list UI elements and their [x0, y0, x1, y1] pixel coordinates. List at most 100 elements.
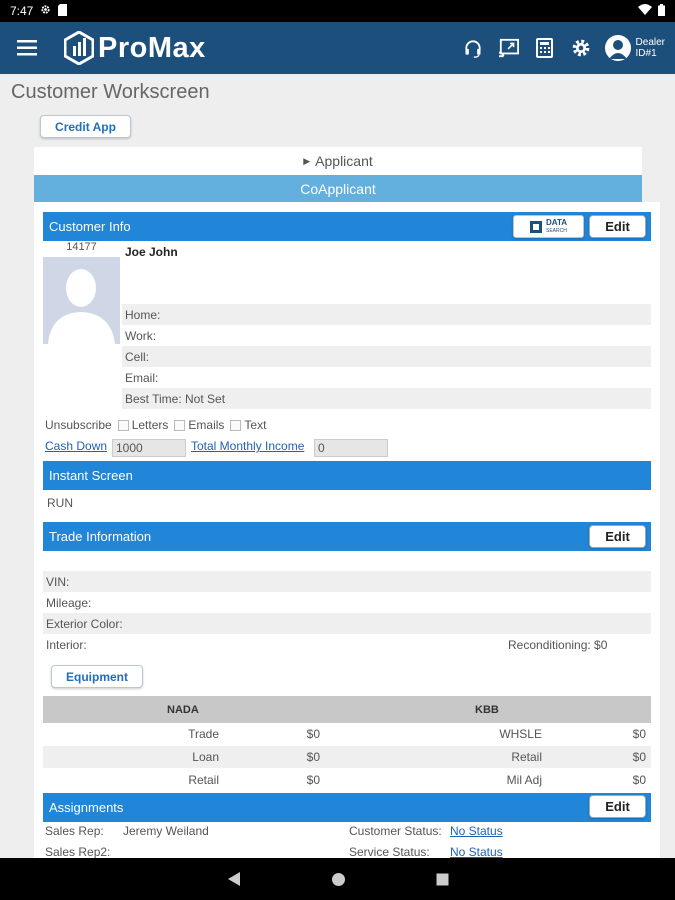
nada-row-value: $0 — [306, 773, 320, 787]
data-search-label: DATA — [545, 217, 568, 227]
home-phone-row: Home: — [122, 304, 651, 325]
trade-information-title: Trade Information — [49, 529, 152, 544]
valuation-table-header: NADA KBB — [43, 696, 651, 723]
cast-screen-button[interactable] — [497, 36, 521, 60]
exterior-color-row: Exterior Color: — [43, 613, 651, 634]
home-label: Home: — [125, 307, 161, 322]
letters-checkbox[interactable]: Letters — [117, 418, 169, 432]
person-silhouette-icon — [48, 269, 115, 344]
customer-info-edit-button[interactable]: Edit — [589, 215, 646, 238]
system-nav-bar — [0, 858, 675, 900]
service-status-label: Service Status: — [349, 845, 430, 858]
app-bar: ProMax Dealer ID#1 — [0, 22, 675, 74]
user-role: Dealer — [635, 37, 665, 48]
customer-info-title: Customer Info — [49, 219, 131, 234]
interior-row: Interior: Reconditioning: $0 — [43, 634, 651, 655]
data-search-sublabel: SEARCH — [545, 227, 567, 234]
emails-checkbox-box — [174, 419, 186, 431]
nada-row-value: $0 — [306, 727, 320, 741]
email-row: Email: — [122, 367, 651, 388]
sales-rep-value: Jeremy Weiland — [123, 824, 209, 838]
reconditioning-label: Reconditioning: $0 — [508, 637, 608, 652]
emails-label: Emails — [188, 418, 225, 432]
avatar-icon — [604, 35, 631, 61]
user-menu[interactable]: Dealer ID#1 — [604, 35, 665, 61]
applicant-tab[interactable]: ▶ Applicant — [34, 147, 642, 175]
assignments-edit-button[interactable]: Edit — [589, 795, 646, 818]
letters-label: Letters — [131, 418, 169, 432]
kbb-row-label: Retail — [511, 750, 542, 764]
cell-label: Cell: — [125, 349, 150, 364]
cash-down-link[interactable]: Cash Down — [45, 439, 107, 453]
calculator-button[interactable] — [533, 36, 557, 60]
credit-app-button[interactable]: Credit App — [40, 115, 131, 138]
calculator-icon — [536, 38, 554, 58]
assignments-title: Assignments — [49, 800, 124, 815]
promax-logo-icon — [64, 31, 94, 65]
unsubscribe-label: Unsubscribe — [45, 418, 112, 432]
settings-notification-icon — [40, 4, 51, 18]
valuation-row: Loan $0 Retail $0 — [43, 746, 651, 768]
data-search-button[interactable]: DATA SEARCH — [513, 215, 584, 238]
logo-text: ProMax — [98, 31, 206, 64]
menu-button[interactable] — [0, 22, 54, 74]
trade-information-header: Trade Information — [43, 522, 651, 551]
kbb-row-label: Mil Adj — [506, 773, 542, 787]
trade-edit-button[interactable]: Edit — [589, 525, 646, 548]
caret-right-icon: ▶ — [303, 155, 311, 166]
sales-rep2-label: Sales Rep2: — [45, 845, 111, 858]
hamburger-icon — [17, 40, 37, 56]
text-checkbox-box — [230, 419, 242, 431]
service-status-link[interactable]: No Status — [450, 845, 503, 858]
kbb-row-label: WHSLE — [499, 727, 542, 741]
screen-share-icon — [498, 38, 519, 58]
mileage-row: Mileage: — [43, 592, 651, 613]
letters-checkbox-box — [117, 419, 129, 431]
work-phone-row: Work: — [122, 325, 651, 346]
vin-row: VIN: — [43, 571, 651, 592]
exterior-color-label: Exterior Color: — [46, 616, 123, 631]
total-monthly-income-link[interactable]: Total Monthly Income — [191, 439, 304, 453]
coapplicant-tab[interactable]: CoApplicant — [34, 175, 642, 202]
run-link[interactable]: RUN — [47, 496, 73, 510]
customer-photo-placeholder — [43, 257, 120, 344]
settings-button[interactable] — [569, 36, 593, 60]
instant-screen-header: Instant Screen — [43, 461, 651, 490]
mileage-label: Mileage: — [46, 595, 92, 610]
gear-icon — [572, 39, 589, 57]
data-search-icon — [529, 220, 542, 233]
applicant-tab-label: Applicant — [315, 153, 373, 169]
valuation-row: Retail $0 Mil Adj $0 — [43, 769, 651, 791]
equipment-button[interactable]: Equipment — [51, 665, 143, 688]
kbb-row-value: $0 — [632, 727, 646, 741]
vin-label: VIN: — [46, 574, 70, 589]
customer-status-link[interactable]: No Status — [450, 824, 503, 838]
kbb-row-value: $0 — [632, 750, 646, 764]
email-label: Email: — [125, 370, 159, 385]
nada-row-value: $0 — [306, 750, 320, 764]
best-time-label: Best Time: Not Set — [125, 391, 226, 406]
cash-down-input[interactable]: 1000 — [112, 439, 186, 457]
text-checkbox[interactable]: Text — [230, 418, 266, 432]
wifi-icon — [638, 4, 652, 18]
home-icon[interactable] — [331, 872, 346, 887]
valuation-row: Trade $0 WHSLE $0 — [43, 723, 651, 745]
sd-card-icon — [58, 3, 68, 19]
total-monthly-income-input[interactable]: 0 — [314, 439, 388, 457]
emails-checkbox[interactable]: Emails — [174, 418, 224, 432]
nada-row-label: Loan — [192, 750, 219, 764]
headset-icon — [464, 40, 481, 58]
promax-logo: ProMax — [64, 31, 206, 65]
work-label: Work: — [125, 328, 157, 343]
customer-id: 14177 — [66, 241, 97, 253]
recents-icon[interactable] — [436, 873, 449, 886]
nada-column-header: NADA — [167, 704, 199, 716]
support-headset-button[interactable] — [461, 36, 485, 60]
page-title: Customer Workscreen — [11, 81, 210, 103]
assignments-header: Assignments — [43, 793, 651, 822]
customer-workscreen-content: Customer Info DATA SEARCH Edit 14177 Joe… — [34, 202, 660, 858]
back-icon[interactable] — [227, 871, 241, 887]
unsubscribe-row: Unsubscribe Letters Emails Text — [45, 418, 266, 432]
status-time: 7:47 — [10, 4, 34, 18]
customer-name: Joe John — [125, 245, 178, 259]
